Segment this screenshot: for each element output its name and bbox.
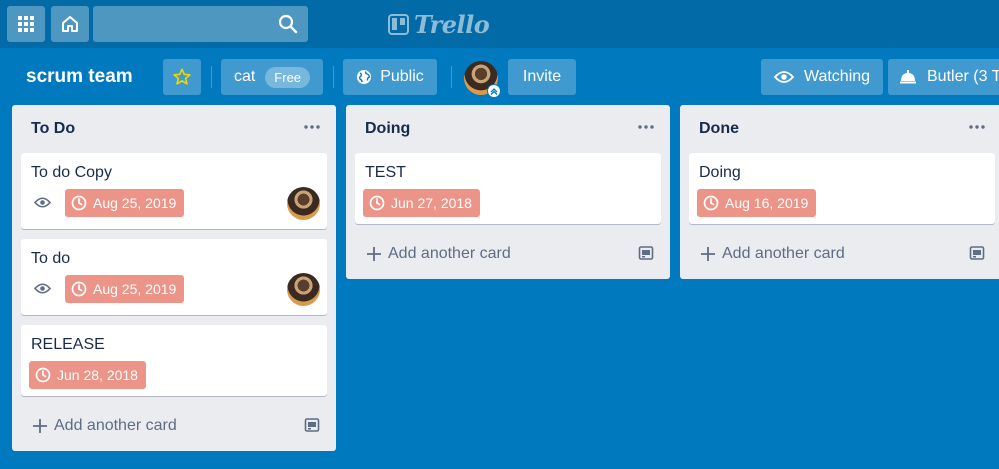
due-date-badge[interactable]: Jun 28, 2018 — [29, 361, 146, 389]
plus-icon — [367, 247, 381, 261]
list-header: Doing — [346, 105, 670, 153]
apps-button[interactable] — [7, 6, 45, 42]
search-icon[interactable] — [278, 14, 298, 34]
team-name: cat — [233, 68, 256, 85]
card-member-avatar[interactable] — [287, 187, 320, 220]
top-navigation-bar: Trello — [0, 0, 999, 48]
list-header: Done — [680, 105, 999, 153]
visibility-label: Public — [380, 68, 424, 85]
due-date-text: Aug 16, 2019 — [725, 195, 809, 211]
search-box — [93, 6, 308, 42]
clock-icon — [35, 367, 51, 383]
header-divider — [333, 66, 334, 88]
trello-board-icon — [388, 13, 409, 35]
card-template-icon[interactable] — [969, 245, 985, 261]
globe-icon — [357, 70, 372, 84]
card-title: RELEASE — [31, 336, 105, 353]
add-card-button[interactable]: Add another card — [700, 242, 845, 266]
star-icon — [173, 68, 191, 85]
due-date-badge[interactable]: Jun 27, 2018 — [363, 189, 480, 217]
search-input[interactable] — [93, 6, 273, 42]
list-to-do: To Do To do Copy Aug 25, 2019 To do Aug … — [12, 105, 336, 451]
card-title: To do — [31, 250, 71, 267]
list-header: To Do — [12, 105, 336, 153]
clock-icon — [703, 195, 719, 211]
card-template-icon[interactable] — [304, 417, 320, 433]
list-title[interactable]: To Do — [31, 120, 75, 138]
clock-icon — [369, 195, 385, 211]
visibility-button[interactable]: Public — [343, 59, 437, 95]
add-card-label: Add another card — [54, 417, 177, 434]
board-title[interactable]: scrum team — [14, 59, 145, 95]
due-date-text: Aug 25, 2019 — [93, 195, 177, 211]
eye-icon — [34, 283, 51, 294]
list-title[interactable]: Doing — [365, 120, 410, 138]
more-horizontal-icon — [969, 125, 985, 129]
due-date-badge[interactable]: Aug 25, 2019 — [65, 189, 185, 217]
card-template-icon[interactable] — [638, 245, 654, 261]
eye-icon — [773, 71, 794, 83]
list-title[interactable]: Done — [699, 120, 739, 138]
add-card-label: Add another card — [388, 245, 511, 262]
add-card-button[interactable]: Add another card — [32, 414, 177, 438]
due-date-badge[interactable]: Aug 16, 2019 — [697, 189, 817, 217]
list-done: Done Doing Aug 16, 2019 Add another card — [680, 105, 999, 279]
star-board-button[interactable] — [163, 59, 201, 95]
due-date-badge[interactable]: Aug 25, 2019 — [65, 275, 185, 303]
add-card-label: Add another card — [722, 245, 845, 262]
member-avatar[interactable] — [464, 61, 501, 98]
logo-text: Trello — [414, 9, 490, 39]
plus-icon — [701, 247, 715, 261]
card-member-avatar[interactable] — [287, 273, 320, 306]
admin-chevron-icon — [487, 84, 501, 98]
card[interactable]: TEST Jun 27, 2018 — [355, 153, 661, 224]
trello-logo[interactable]: Trello — [388, 9, 490, 39]
due-date-text: Jun 28, 2018 — [57, 367, 138, 383]
watching-button[interactable]: Watching — [761, 59, 883, 95]
plus-icon — [33, 419, 47, 433]
butler-button[interactable]: Butler (3 T — [888, 59, 999, 95]
list-menu-button[interactable] — [965, 117, 989, 137]
add-card-button[interactable]: Add another card — [366, 242, 511, 266]
header-divider — [451, 66, 452, 88]
list-menu-button[interactable] — [300, 117, 324, 137]
card[interactable]: To do Copy Aug 25, 2019 — [21, 153, 327, 229]
list-doing: Doing TEST Jun 27, 2018 Add another card — [346, 105, 670, 279]
watching-label: Watching — [803, 68, 871, 85]
team-button[interactable]: cat Free — [221, 59, 323, 95]
due-date-text: Jun 27, 2018 — [391, 195, 472, 211]
more-horizontal-icon — [304, 125, 320, 129]
header-divider — [211, 66, 212, 88]
invite-button[interactable]: Invite — [508, 59, 576, 95]
card-title: To do Copy — [31, 164, 112, 181]
clock-icon — [71, 281, 87, 297]
apps-grid-icon — [18, 16, 34, 32]
card[interactable]: To do Aug 25, 2019 — [21, 239, 327, 315]
card-title: Doing — [699, 164, 741, 181]
card[interactable]: Doing Aug 16, 2019 — [689, 153, 995, 224]
plan-badge: Free — [265, 66, 311, 88]
home-icon — [62, 16, 78, 32]
list-menu-button[interactable] — [634, 117, 658, 137]
more-horizontal-icon — [638, 125, 654, 129]
butler-bell-icon — [900, 70, 916, 84]
card[interactable]: RELEASE Jun 28, 2018 — [21, 325, 327, 396]
card-title: TEST — [365, 164, 406, 181]
clock-icon — [71, 195, 87, 211]
butler-label: Butler (3 T — [927, 68, 999, 85]
home-button[interactable] — [51, 6, 89, 42]
eye-icon — [34, 197, 51, 208]
due-date-text: Aug 25, 2019 — [93, 281, 177, 297]
